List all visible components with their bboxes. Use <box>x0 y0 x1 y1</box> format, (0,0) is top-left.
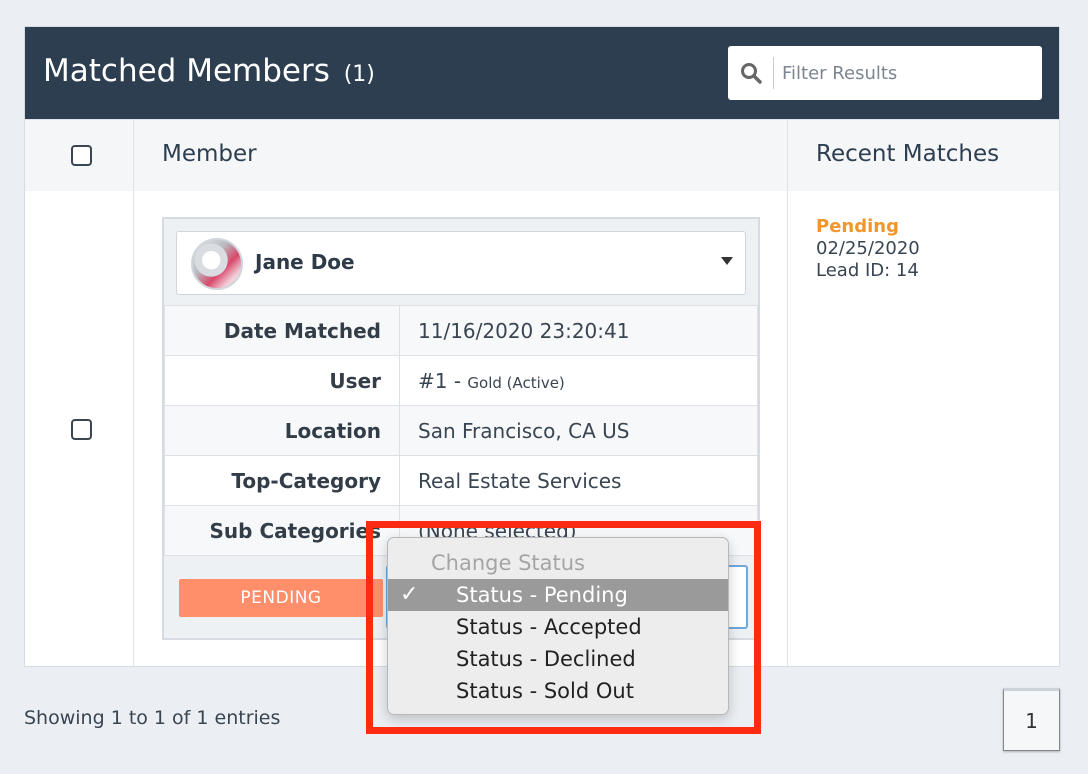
table-row: Top-Category Real Estate Services <box>164 455 758 506</box>
pending-status-button[interactable]: PENDING <box>179 579 383 617</box>
detail-value-user: #1 - Gold (Active) <box>399 355 758 406</box>
member-select[interactable]: Jane Doe <box>176 231 746 295</box>
page-title: Matched Members (1) <box>43 53 375 89</box>
filter-input[interactable] <box>782 57 1032 89</box>
member-name: Jane Doe <box>255 250 355 274</box>
table-row: User #1 - Gold (Active) <box>164 355 758 406</box>
recent-match-lead-id: Lead ID: 14 <box>816 260 919 281</box>
entries-info: Showing 1 to 1 of 1 entries <box>24 707 281 729</box>
filter-separator <box>773 57 774 89</box>
user-plan: Gold (Active) <box>467 373 565 392</box>
row-checkbox[interactable] <box>71 419 92 440</box>
detail-value-location: San Francisco, CA US <box>399 405 758 456</box>
select-all-checkbox[interactable] <box>71 145 92 166</box>
title-text: Matched Members <box>43 53 330 89</box>
recent-match-status: Pending <box>816 216 899 237</box>
column-divider <box>133 119 134 668</box>
filter-box[interactable] <box>728 46 1042 100</box>
chevron-down-icon <box>721 257 733 265</box>
search-icon <box>741 63 762 84</box>
column-header-recent-matches: Recent Matches <box>816 141 1000 167</box>
avatar <box>191 238 243 290</box>
highlight-box <box>366 521 761 734</box>
detail-label-user: User <box>164 355 400 406</box>
member-details-table: Date Matched 11/16/2020 23:20:41 User #1… <box>164 305 758 556</box>
panel-header: Matched Members (1) <box>25 27 1059 119</box>
column-header-member: Member <box>162 141 257 167</box>
page-button-1[interactable]: 1 <box>1003 688 1060 751</box>
table-row: Date Matched 11/16/2020 23:20:41 <box>164 305 758 356</box>
detail-label-location: Location <box>164 405 400 456</box>
detail-label-top-category: Top-Category <box>164 455 400 506</box>
detail-value-date-matched: 11/16/2020 23:20:41 <box>399 305 758 356</box>
member-count: (1) <box>343 62 375 87</box>
detail-value-top-category: Real Estate Services <box>399 455 758 506</box>
recent-match-date: 02/25/2020 <box>816 238 920 259</box>
user-id: #1 - <box>418 368 468 393</box>
detail-label-sub-categories: Sub Categories <box>164 505 400 556</box>
detail-label-date-matched: Date Matched <box>164 305 400 356</box>
table-row: Location San Francisco, CA US <box>164 405 758 456</box>
column-divider <box>787 119 788 668</box>
